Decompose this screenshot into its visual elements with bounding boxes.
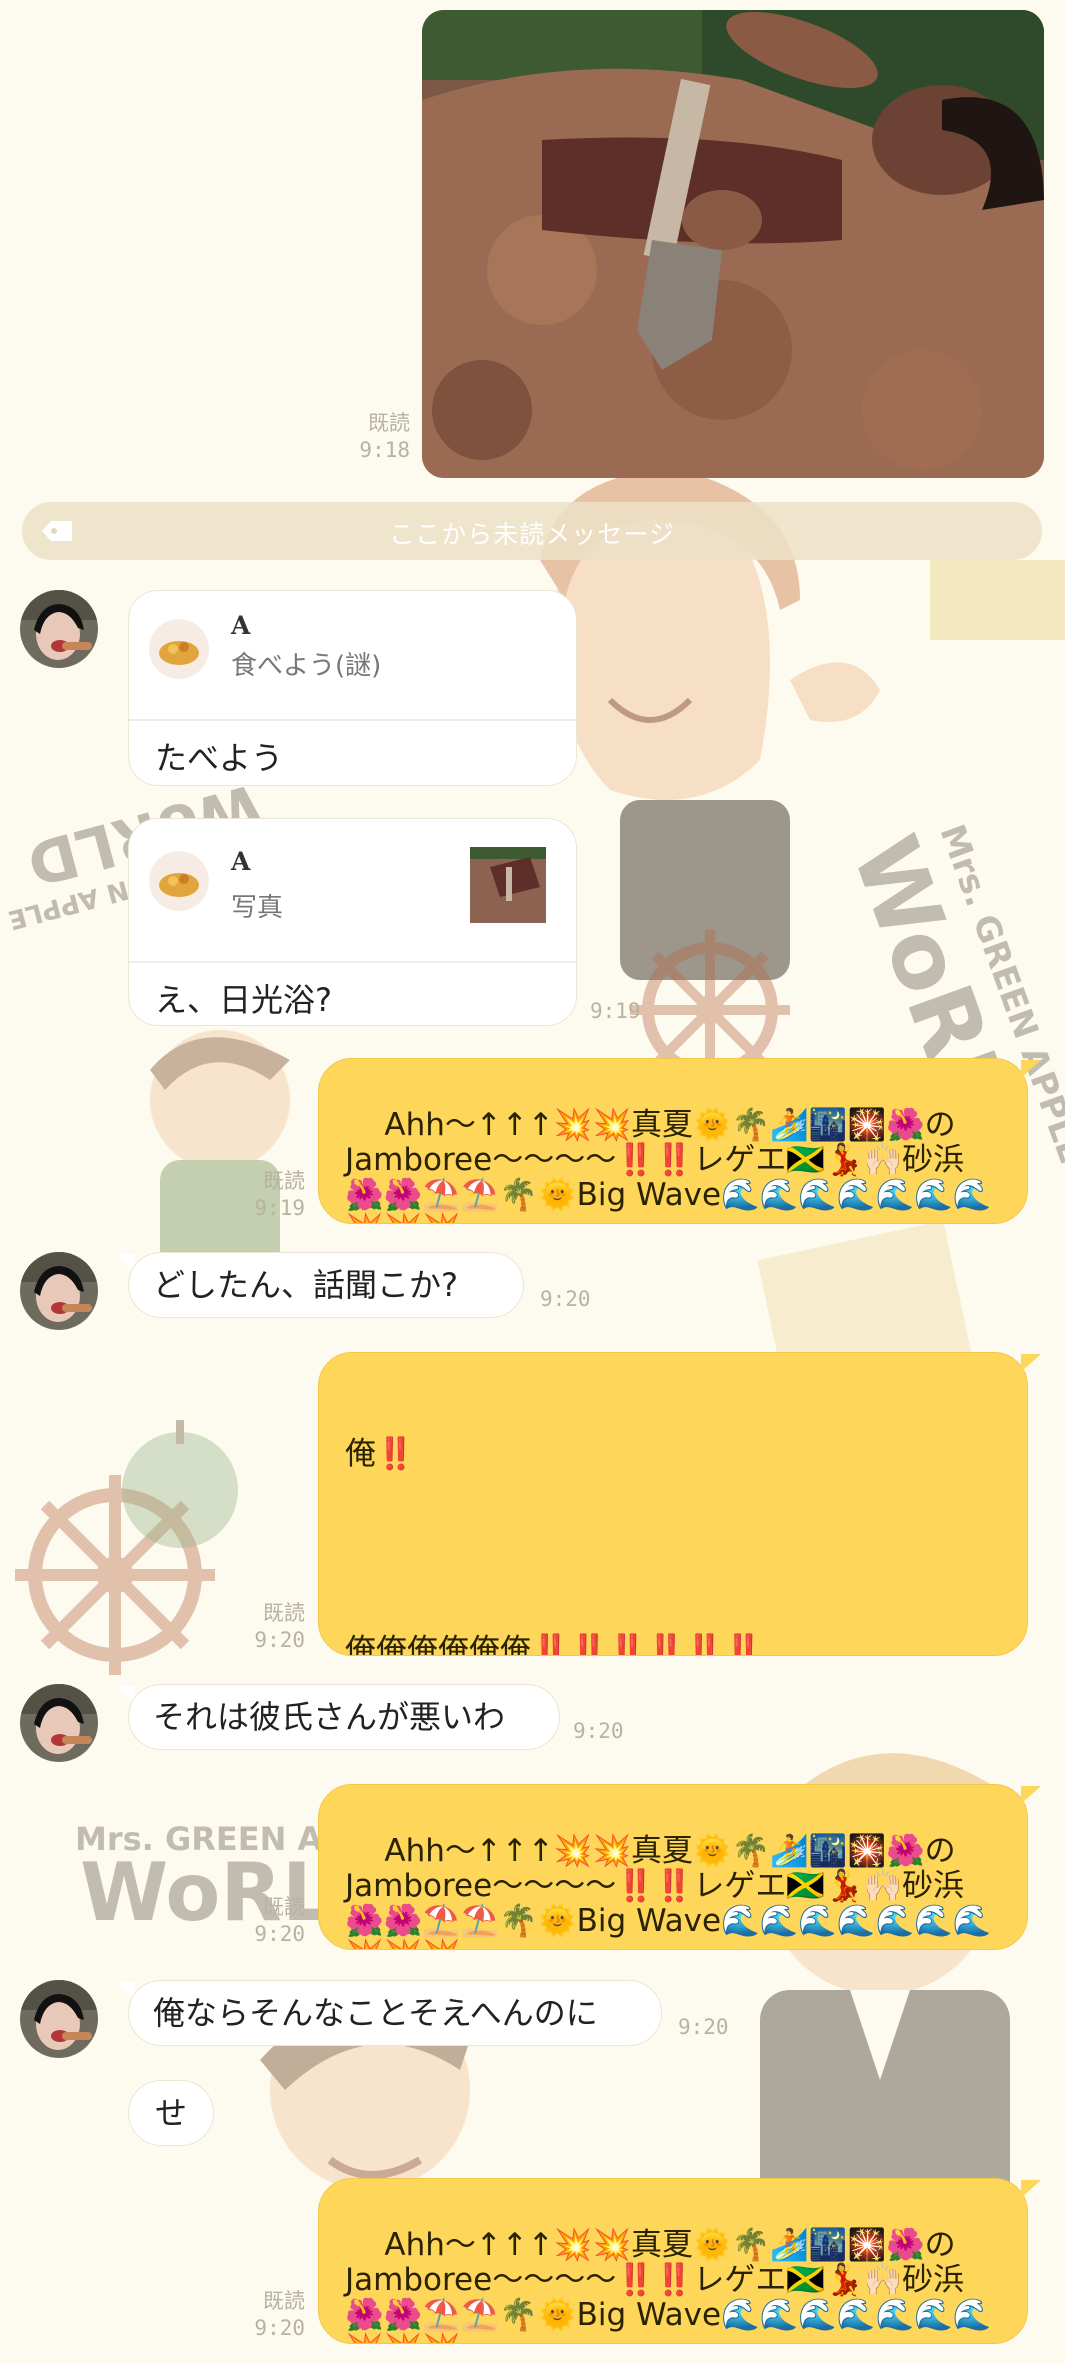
- avatar-image: [20, 1980, 98, 2058]
- read-receipt: 既読 9:20: [254, 1601, 305, 1652]
- sent-photo[interactable]: [422, 10, 1044, 478]
- contact-avatar[interactable]: [20, 1252, 98, 1330]
- bubble-tail: [116, 1254, 134, 1270]
- quoted-text: 写真: [231, 893, 284, 923]
- read-receipt: 既読 9:18: [359, 411, 410, 462]
- my-message-bubble[interactable]: Ahh〜↑↑↑💥💥真夏🌞🌴🏄🌃🎇🌺の Jamboree〜〜〜〜‼️‼️レゲエ🇯🇲…: [318, 2178, 1028, 2344]
- message-text: どしたん、話聞こか?: [153, 1266, 458, 1304]
- message-time: 9:20: [573, 1719, 624, 1743]
- chat-timeline: 既読 9:18 ここから未読メッセージ A 食べよう(謎) たべよう A 写真 …: [0, 0, 1065, 2364]
- message-text: 俺ならそんなことそえへんのに: [153, 1994, 598, 2032]
- quoted-text: 食べよう(謎): [231, 651, 382, 681]
- message-text: せ: [154, 2094, 187, 2132]
- contact-avatar[interactable]: [20, 1684, 98, 1762]
- contact-avatar[interactable]: [20, 590, 98, 668]
- bubble-tail: [116, 1982, 134, 1998]
- message-line: 俺‼️: [345, 1436, 415, 1472]
- read-receipt: 既読 9:19: [254, 1169, 305, 1220]
- reply-text: たべよう: [155, 739, 284, 777]
- avatar-image: [20, 1684, 98, 1762]
- quoted-message[interactable]: A 写真: [129, 819, 576, 963]
- contact-avatar[interactable]: [20, 1980, 98, 2058]
- quoted-sender-icon: [149, 619, 209, 679]
- bubble-tail: [116, 1686, 134, 1702]
- unread-divider-label: ここから未読メッセージ: [389, 520, 675, 549]
- their-message-bubble[interactable]: 俺ならそんなことそえへんのに: [128, 1980, 662, 2046]
- message-time: 9:19: [590, 999, 641, 1023]
- their-message-bubble[interactable]: どしたん、話聞こか?: [128, 1252, 524, 1318]
- their-message-bubble[interactable]: それは彼氏さんが悪いわ: [128, 1684, 560, 1750]
- message-line: 俺俺俺俺俺俺‼️‼️‼️‼️‼️‼️: [345, 1633, 763, 1656]
- quoted-sender-icon: [149, 851, 209, 911]
- quoted-sender-name: A: [231, 611, 251, 640]
- reply-message-1[interactable]: A 食べよう(謎) たべよう: [128, 590, 577, 786]
- read-receipt: 既読 9:20: [254, 1895, 305, 1946]
- quoted-sender-name: A: [231, 847, 251, 876]
- message-time: 9:20: [540, 1287, 591, 1311]
- message-text: Ahh〜↑↑↑💥💥真夏🌞🌴🏄🌃🎇🌺の Jamboree〜〜〜〜‼️‼️レゲエ🇯🇲…: [345, 1833, 992, 1950]
- avatar-image: [20, 1252, 98, 1330]
- message-text: それは彼氏さんが悪いわ: [153, 1698, 506, 1736]
- reply-text: え、日光浴?: [155, 981, 332, 1019]
- unread-divider: ここから未読メッセージ: [22, 502, 1042, 560]
- my-message-bubble[interactable]: Ahh〜↑↑↑💥💥真夏🌞🌴🏄🌃🎇🌺の Jamboree〜〜〜〜‼️‼️レゲエ🇯🇲…: [318, 1058, 1028, 1224]
- message-text: Ahh〜↑↑↑💥💥真夏🌞🌴🏄🌃🎇🌺の Jamboree〜〜〜〜‼️‼️レゲエ🇯🇲…: [345, 1107, 992, 1224]
- read-receipt: 既読 9:20: [254, 2289, 305, 2340]
- message-text: Ahh〜↑↑↑💥💥真夏🌞🌴🏄🌃🎇🌺の Jamboree〜〜〜〜‼️‼️レゲエ🇯🇲…: [345, 2227, 992, 2344]
- avatar-image: [20, 590, 98, 668]
- my-message-bubble[interactable]: 俺‼️ 俺俺俺俺俺俺‼️‼️‼️‼️‼️‼️ Ahh〜↑↑↑💥💥真夏🌞🌴🏄🌃🎇🌺…: [318, 1352, 1028, 1656]
- quoted-message[interactable]: A 食べよう(謎): [129, 591, 576, 721]
- my-message-bubble[interactable]: Ahh〜↑↑↑💥💥真夏🌞🌴🏄🌃🎇🌺の Jamboree〜〜〜〜‼️‼️レゲエ🇯🇲…: [318, 1784, 1028, 1950]
- quoted-photo-thumbnail: [470, 847, 546, 923]
- message-time: 9:20: [678, 2015, 729, 2039]
- reply-message-2[interactable]: A 写真 え、日光浴?: [128, 818, 577, 1026]
- photo-image: [422, 10, 1044, 478]
- their-message-bubble[interactable]: せ: [128, 2080, 214, 2146]
